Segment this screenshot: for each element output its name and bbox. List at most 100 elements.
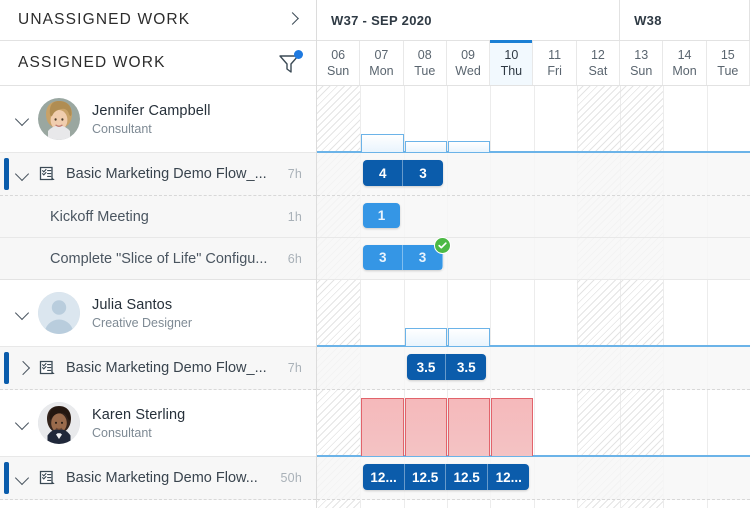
allocation-segment[interactable]: 3 (363, 245, 403, 270)
project-name: Basic Marketing Demo Flow_... (66, 360, 288, 376)
timeline-row[interactable] (317, 347, 750, 390)
project-accent-bar (4, 352, 9, 384)
task-hours: 1h (288, 210, 316, 224)
resource-info: Julia Santos Creative Designer (92, 297, 192, 330)
allocation-block[interactable]: 43 (363, 160, 443, 186)
allocation-segment[interactable]: 12.5 (446, 464, 488, 490)
resource-row[interactable]: Karen SterlingConsultant (0, 390, 316, 457)
day-header-cell[interactable]: 10Thu (490, 41, 533, 85)
day-header-cell[interactable]: 09Wed (447, 41, 490, 85)
resource-name: Jennifer Campbell (92, 103, 211, 119)
allocation-block[interactable]: 33 (363, 245, 443, 270)
project-name: Basic Marketing Demo Flow_... (66, 166, 288, 182)
day-header-cell[interactable]: 06Sun (317, 41, 360, 85)
avatar (38, 292, 80, 334)
project-expand-caret[interactable] (12, 468, 32, 488)
resource-row[interactable]: Julia Santos Creative Designer (0, 280, 316, 347)
resource-scheduler-view: UNASSIGNED WORK ASSIGNED WORK Jennifer C… (0, 0, 750, 508)
day-header-cell[interactable]: 08Tue (404, 41, 447, 85)
day-header-cell[interactable]: 11Fri (533, 41, 576, 85)
day-name: Sun (630, 63, 652, 79)
project-expand-caret[interactable] (12, 164, 32, 184)
allocation-segment[interactable]: 3 (403, 160, 443, 186)
day-number: 10 (504, 47, 518, 63)
capacity-bar (405, 141, 447, 152)
day-number: 06 (331, 47, 345, 63)
week-label: W37 - SEP 2020 (317, 0, 620, 40)
day-name: Sat (589, 63, 608, 79)
task-row[interactable]: Complete "Slice of Life" Configu...6h (0, 238, 316, 280)
unassigned-work-header[interactable]: UNASSIGNED WORK (0, 0, 316, 41)
check-badge-icon (434, 237, 451, 254)
task-name: Complete "Slice of Life" Configu... (50, 251, 288, 267)
resource-expand-caret[interactable] (12, 303, 32, 323)
day-number: 14 (678, 47, 692, 63)
day-number: 12 (591, 47, 605, 63)
task-list-icon (38, 165, 57, 184)
day-name: Mon (672, 63, 696, 79)
day-number: 15 (721, 47, 735, 63)
allocation-block[interactable]: 3.53.5 (407, 354, 487, 380)
project-row[interactable]: Basic Marketing Demo Flow...50h (0, 457, 316, 500)
day-header-cell[interactable]: 07Mon (360, 41, 403, 85)
resource-role: Consultant (92, 122, 211, 136)
avatar (38, 98, 80, 140)
day-header-row: 06Sun07Mon08Tue09Wed10Thu11Fri12Sat13Sun… (317, 41, 750, 86)
week-label: W38 (620, 0, 750, 40)
resource-expand-caret[interactable] (12, 413, 32, 433)
timeline-row[interactable] (317, 280, 750, 347)
filter-icon[interactable] (276, 50, 302, 76)
task-list-icon (38, 469, 57, 488)
work-list-panel: UNASSIGNED WORK ASSIGNED WORK Jennifer C… (0, 0, 317, 508)
assigned-work-header[interactable]: ASSIGNED WORK (0, 41, 316, 86)
filter-active-dot (294, 50, 303, 59)
day-header-cell[interactable]: 15Tue (707, 41, 750, 85)
allocation-segment[interactable]: 12... (363, 464, 405, 490)
over-capacity-bar (361, 398, 403, 456)
resource-rows: Jennifer Campbell Consultant Basic Marketi… (0, 86, 316, 500)
day-header-cell[interactable]: 13Sun (620, 41, 663, 85)
allocation-block[interactable]: 12...12.512.512... (363, 464, 529, 490)
day-name: Wed (455, 63, 480, 79)
timeline-panel: W37 - SEP 2020W38 06Sun07Mon08Tue09Wed10… (317, 0, 750, 508)
allocation-segment[interactable]: 1 (363, 203, 399, 228)
timeline-grid[interactable]: 431333.53.512...12.512.512... (317, 86, 750, 508)
resource-row[interactable]: Jennifer Campbell Consultant (0, 86, 316, 153)
resource-role: Creative Designer (92, 316, 192, 330)
resource-name: Julia Santos (92, 297, 192, 313)
project-hours: 7h (288, 167, 316, 181)
over-capacity-bar (448, 398, 490, 456)
allocation-segment[interactable]: 3.5 (446, 354, 486, 380)
project-accent-bar (4, 462, 9, 494)
project-hours: 7h (288, 361, 316, 375)
capacity-bar (361, 134, 403, 152)
resource-role: Consultant (92, 426, 185, 440)
day-name: Tue (414, 63, 435, 79)
day-name: Fri (547, 63, 562, 79)
day-name: Sun (327, 63, 349, 79)
allocation-segment[interactable]: 12... (488, 464, 530, 490)
resource-expand-caret[interactable] (12, 109, 32, 129)
allocation-segment[interactable]: 12.5 (405, 464, 447, 490)
day-header-cell[interactable]: 14Mon (663, 41, 706, 85)
capacity-bar (405, 328, 447, 346)
day-number: 08 (418, 47, 432, 63)
project-row[interactable]: Basic Marketing Demo Flow_...7h (0, 347, 316, 390)
project-expand-caret[interactable] (12, 358, 32, 378)
project-hours: 50h (281, 471, 316, 485)
task-list-icon (38, 359, 57, 378)
task-row[interactable]: Kickoff Meeting1h (0, 196, 316, 238)
day-number: 07 (374, 47, 388, 63)
day-number: 11 (548, 47, 561, 63)
allocation-segment[interactable]: 3.5 (407, 354, 447, 380)
allocation-block[interactable]: 1 (363, 203, 399, 228)
task-name: Kickoff Meeting (50, 209, 288, 225)
day-number: 13 (634, 47, 648, 63)
day-header-cell[interactable]: 12Sat (577, 41, 620, 85)
chevron-right-icon[interactable] (284, 11, 302, 29)
resource-info: Jennifer Campbell Consultant (92, 103, 211, 136)
project-row[interactable]: Basic Marketing Demo Flow_...7h (0, 153, 316, 196)
allocation-segment[interactable]: 4 (363, 160, 403, 186)
day-name: Tue (717, 63, 738, 79)
day-name: Thu (501, 63, 523, 79)
